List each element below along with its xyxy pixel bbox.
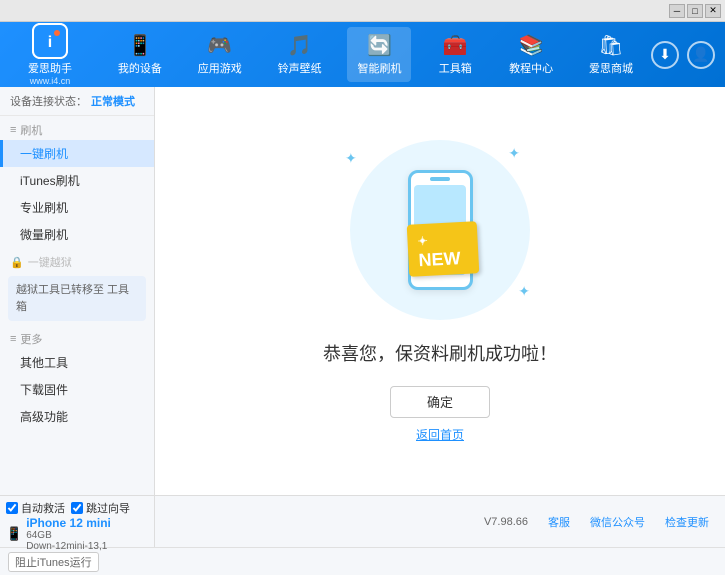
sparkle-br-icon: ✦ [518, 283, 530, 300]
close-button[interactable]: ✕ [705, 4, 721, 18]
nav-my-device[interactable]: 📱 我的设备 [108, 27, 172, 82]
success-message: 恭喜您，保资料刷机成功啦！ [323, 340, 557, 366]
nav-tutorial-label: 教程中心 [509, 60, 553, 76]
header-right: ⬇ 👤 [651, 41, 715, 69]
nav-smart-flash-label: 智能刷机 [357, 60, 401, 76]
sidebar-item-save-flash[interactable]: 微量刷机 [0, 221, 154, 248]
nav-app-games-label: 应用游戏 [198, 60, 242, 76]
restore-button[interactable]: □ [687, 4, 703, 18]
nav-smart-flash[interactable]: 🔄 智能刷机 [347, 27, 411, 82]
status-label: 设备连接状态： [10, 93, 87, 109]
device-info-group: iPhone 12 mini 64GB Down-12mini-13,1 [26, 516, 111, 552]
device-status-bar: 设备连接状态： 正常模式 [0, 87, 154, 116]
back-home-link[interactable]: 返回首页 [416, 426, 464, 443]
sidebar-item-pro-flash[interactable]: 专业刷机 [0, 194, 154, 221]
nav-shop-label: 爱思商城 [589, 60, 633, 76]
logo[interactable]: i 爱思助手 www.i4.cn [10, 23, 90, 86]
logo-icon: i [32, 23, 68, 59]
main-area: 设备连接状态： 正常模式 ≡ 刷机 一键刷机 iTunes刷机 专业刷机 微量刷… [0, 87, 725, 495]
bottom-bar: 自动救活 跳过向导 📱 iPhone 12 mini 64GB Down-12m… [0, 495, 725, 575]
sidebar-item-other-tools[interactable]: 其他工具 [0, 349, 154, 376]
check-update-link[interactable]: 检查更新 [665, 514, 709, 530]
svg-text:i: i [48, 34, 52, 51]
bottom-upper-row: 自动救活 跳过向导 📱 iPhone 12 mini 64GB Down-12m… [0, 496, 725, 548]
header: i 爱思助手 www.i4.cn 📱 我的设备 🎮 应用游戏 🎵 铃声壁纸 🔄 … [0, 22, 725, 87]
logo-name: 爱思助手 [28, 63, 72, 76]
main-content: NEW ✦ ✦ ✦ 恭喜您，保资料刷机成功啦！ 确定 返回首页 [155, 87, 725, 495]
status-value: 正常模式 [91, 93, 135, 109]
minimize-button[interactable]: ─ [669, 4, 685, 18]
shop-icon: 🛍 [598, 33, 623, 58]
phone-illustration: NEW ✦ ✦ ✦ [340, 140, 540, 320]
nav-app-games[interactable]: 🎮 应用游戏 [188, 27, 252, 82]
sidebar-bottom-section: 自动救活 跳过向导 📱 iPhone 12 mini 64GB Down-12m… [0, 496, 155, 547]
bottom-links-section: V7.98.66 客服 微信公众号 检查更新 [155, 496, 725, 547]
sidebar-item-download-firmware[interactable]: 下载固件 [0, 376, 154, 403]
sidebar-item-itunes-flash[interactable]: iTunes刷机 [0, 167, 154, 194]
auto-rescue-checkbox-label[interactable]: 自动救活 [6, 500, 65, 516]
skip-wizard-label: 跳过向导 [86, 500, 130, 516]
title-bar: ─ □ ✕ [0, 0, 725, 22]
app-games-icon: 🎮 [207, 33, 232, 58]
confirm-button[interactable]: 确定 [390, 386, 490, 418]
device-row: 📱 iPhone 12 mini 64GB Down-12mini-13,1 [6, 516, 148, 552]
nav-ringtones[interactable]: 🎵 铃声壁纸 [268, 27, 332, 82]
auto-rescue-checkbox[interactable] [6, 502, 18, 514]
wechat-link[interactable]: 微信公众号 [590, 514, 645, 530]
flash-section-icon: ≡ [10, 124, 16, 136]
logo-url: www.i4.cn [30, 76, 71, 86]
version-text: V7.98.66 [484, 516, 528, 528]
bottom-lower-row: 阻止iTunes运行 [0, 548, 725, 575]
smart-flash-icon: 🔄 [367, 33, 392, 58]
ringtones-icon: 🎵 [287, 33, 312, 58]
skip-wizard-checkbox[interactable] [71, 502, 83, 514]
sidebar-more-title: ≡ 更多 [0, 325, 154, 349]
nav-bar: 📱 我的设备 🎮 应用游戏 🎵 铃声壁纸 🔄 智能刷机 🧰 工具箱 📚 教程中心… [100, 27, 651, 82]
auto-rescue-label: 自动救活 [21, 500, 65, 516]
tutorial-icon: 📚 [519, 33, 544, 58]
my-device-icon: 📱 [127, 33, 152, 58]
nav-ringtones-label: 铃声壁纸 [278, 60, 322, 76]
illustration-circle: NEW [350, 140, 530, 320]
sidebar-item-advanced[interactable]: 高级功能 [0, 403, 154, 430]
device-name: iPhone 12 mini [26, 516, 111, 530]
user-button[interactable]: 👤 [687, 41, 715, 69]
new-badge: NEW [406, 221, 479, 277]
checkboxes-row: 自动救活 跳过向导 [6, 500, 148, 516]
sparkle-tl-icon: ✦ [345, 150, 357, 167]
device-storage: 64GB [26, 530, 111, 541]
nav-toolbox-label: 工具箱 [439, 60, 472, 76]
sidebar: 设备连接状态： 正常模式 ≡ 刷机 一键刷机 iTunes刷机 专业刷机 微量刷… [0, 87, 155, 495]
nav-shop[interactable]: 🛍 爱思商城 [579, 27, 643, 82]
sparkle-tr-icon: ✦ [508, 145, 520, 162]
more-section-icon: ≡ [10, 333, 16, 345]
download-button[interactable]: ⬇ [651, 41, 679, 69]
sidebar-item-one-click-flash[interactable]: 一键刷机 [0, 140, 154, 167]
jailbreak-info: 越狱工具已转移至 工具箱 [8, 276, 146, 321]
device-phone-icon: 📱 [6, 526, 22, 542]
skip-wizard-checkbox-label[interactable]: 跳过向导 [71, 500, 130, 516]
customer-service-link[interactable]: 客服 [548, 514, 570, 530]
phone-notch [430, 177, 450, 181]
nav-toolbox[interactable]: 🧰 工具箱 [427, 27, 483, 82]
toolbox-icon: 🧰 [443, 33, 468, 58]
nav-tutorial[interactable]: 📚 教程中心 [499, 27, 563, 82]
lock-icon: 🔒 [10, 256, 24, 269]
nav-my-device-label: 我的设备 [118, 60, 162, 76]
sidebar-flash-title: ≡ 刷机 [0, 116, 154, 140]
sidebar-jailbreak-title: 🔒 一键越狱 [0, 248, 154, 272]
stop-itunes-button[interactable]: 阻止iTunes运行 [8, 552, 99, 572]
